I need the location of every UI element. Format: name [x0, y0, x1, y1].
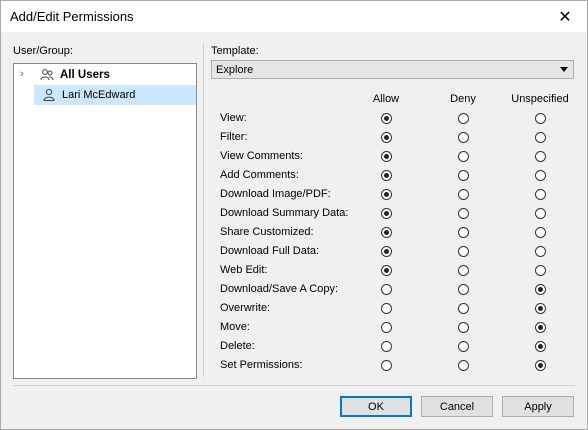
radio-allow[interactable]: [380, 246, 392, 257]
radio-deny[interactable]: [457, 113, 469, 124]
radio-deny[interactable]: [457, 322, 469, 333]
radio-allow[interactable]: [380, 284, 392, 295]
radio-deny[interactable]: [457, 170, 469, 181]
radio-deny[interactable]: [457, 265, 469, 276]
radio-allow[interactable]: [380, 170, 392, 181]
chevron-right-icon[interactable]: ›: [20, 69, 30, 80]
permission-label: Download Image/PDF:: [220, 188, 331, 200]
radio-unspecified[interactable]: [534, 113, 546, 124]
template-label: Template:: [211, 45, 259, 57]
radio-unspecified[interactable]: [534, 246, 546, 257]
radio-allow[interactable]: [380, 322, 392, 333]
radio-deny[interactable]: [457, 303, 469, 314]
tree-item-all-users[interactable]: › All Users: [14, 65, 196, 85]
radio-allow[interactable]: [380, 208, 392, 219]
tree-item-lari-mcedward[interactable]: Lari McEdward: [34, 85, 196, 105]
title-bar: Add/Edit Permissions ✕: [1, 1, 587, 32]
radio-deny[interactable]: [457, 208, 469, 219]
radio-unspecified[interactable]: [534, 360, 546, 371]
radio-allow[interactable]: [380, 132, 392, 143]
radio-deny[interactable]: [457, 284, 469, 295]
radio-unspecified[interactable]: [534, 284, 546, 295]
radio-unspecified[interactable]: [534, 303, 546, 314]
permission-label: Download Summary Data:: [220, 207, 349, 219]
permission-label: Share Customized:: [220, 226, 314, 238]
radio-allow[interactable]: [380, 265, 392, 276]
permissions-dialog: Add/Edit Permissions ✕ User/Group: › All…: [0, 0, 588, 430]
tree-item-label: All Users: [60, 69, 110, 81]
apply-label: Apply: [524, 400, 552, 413]
column-header-unspecified: Unspecified: [511, 93, 569, 105]
radio-unspecified[interactable]: [534, 265, 546, 276]
radio-allow[interactable]: [380, 151, 392, 162]
radio-unspecified[interactable]: [534, 208, 546, 219]
permission-label: Overwrite:: [220, 302, 271, 314]
radio-deny[interactable]: [457, 132, 469, 143]
dialog-title: Add/Edit Permissions: [10, 9, 134, 24]
radio-allow[interactable]: [380, 189, 392, 200]
radio-unspecified[interactable]: [534, 189, 546, 200]
permission-label: Download/Save A Copy:: [220, 283, 339, 295]
permission-label: Download Full Data:: [220, 245, 320, 257]
apply-button[interactable]: Apply: [502, 396, 574, 417]
ok-button[interactable]: OK: [340, 396, 412, 417]
permission-label: Set Permissions:: [220, 359, 303, 371]
footer-divider: [13, 385, 575, 386]
column-header-allow: Allow: [372, 93, 400, 105]
panel-divider: [203, 43, 204, 377]
permission-label: Web Edit:: [220, 264, 268, 276]
permission-label: Move:: [220, 321, 250, 333]
permission-label: Add Comments:: [220, 169, 299, 181]
radio-deny[interactable]: [457, 360, 469, 371]
close-icon: ✕: [558, 8, 572, 26]
template-value: Explore: [216, 64, 254, 76]
ok-label: OK: [368, 400, 384, 413]
cancel-button[interactable]: Cancel: [421, 396, 493, 417]
radio-allow[interactable]: [380, 227, 392, 238]
radio-deny[interactable]: [457, 341, 469, 352]
radio-unspecified[interactable]: [534, 151, 546, 162]
radio-allow[interactable]: [380, 341, 392, 352]
radio-unspecified[interactable]: [534, 341, 546, 352]
close-button[interactable]: ✕: [543, 1, 587, 32]
permission-label: View Comments:: [220, 150, 303, 162]
radio-unspecified[interactable]: [534, 170, 546, 181]
radio-deny[interactable]: [457, 151, 469, 162]
column-header-deny: Deny: [450, 93, 476, 105]
permission-label: Filter:: [220, 131, 248, 143]
radio-unspecified[interactable]: [534, 227, 546, 238]
radio-allow[interactable]: [380, 113, 392, 124]
radio-unspecified[interactable]: [534, 132, 546, 143]
template-select[interactable]: Explore: [211, 60, 574, 79]
radio-deny[interactable]: [457, 189, 469, 200]
cancel-label: Cancel: [439, 400, 475, 413]
radio-allow[interactable]: [380, 303, 392, 314]
permission-label: View:: [220, 112, 247, 124]
user-group-tree[interactable]: › All Users Lari McEdward: [13, 63, 197, 379]
user-group-label: User/Group:: [13, 45, 73, 57]
radio-deny[interactable]: [457, 246, 469, 257]
tree-item-label: Lari McEdward: [62, 89, 136, 101]
radio-unspecified[interactable]: [534, 322, 546, 333]
user-icon: [42, 88, 56, 102]
radio-deny[interactable]: [457, 227, 469, 238]
users-icon: [40, 68, 54, 82]
dropdown-arrow-icon: [560, 67, 568, 72]
radio-allow[interactable]: [380, 360, 392, 371]
permission-label: Delete:: [220, 340, 255, 352]
